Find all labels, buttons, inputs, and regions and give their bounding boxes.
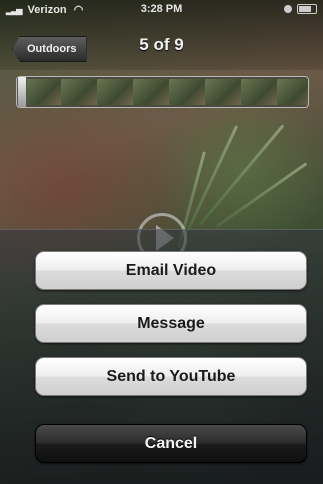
page-title: 5 of 9 (139, 35, 184, 54)
scrubber-frame (241, 79, 277, 105)
scrubber-frame (277, 79, 308, 105)
email-video-button[interactable]: Email Video (35, 251, 307, 290)
battery-icon (297, 4, 317, 14)
scrubber-frame (205, 79, 241, 105)
scrubber-frame (25, 79, 61, 105)
video-scrubber[interactable] (16, 76, 309, 108)
status-right-icons (284, 4, 317, 14)
action-sheet: Email Video Message Send to YouTube Canc… (0, 229, 323, 484)
scrubber-frame (61, 79, 97, 105)
scrubber-frame (169, 79, 205, 105)
rotation-lock-icon (284, 5, 292, 13)
cancel-button[interactable]: Cancel (35, 424, 307, 463)
status-time: 3:28 PM (140, 3, 183, 15)
message-button[interactable]: Message (35, 304, 307, 343)
status-bar: ▂▃▅ Verizon ◠ 3:28 PM (0, 0, 323, 20)
send-to-youtube-button[interactable]: Send to YouTube (35, 357, 307, 396)
scrubber-playhead[interactable] (17, 77, 27, 107)
scrubber-frame (97, 79, 133, 105)
scrubber-frame (133, 79, 169, 105)
photo-viewer-screen: ▂▃▅ Verizon ◠ 3:28 PM Outdoors 5 of 9 Em… (0, 0, 323, 484)
